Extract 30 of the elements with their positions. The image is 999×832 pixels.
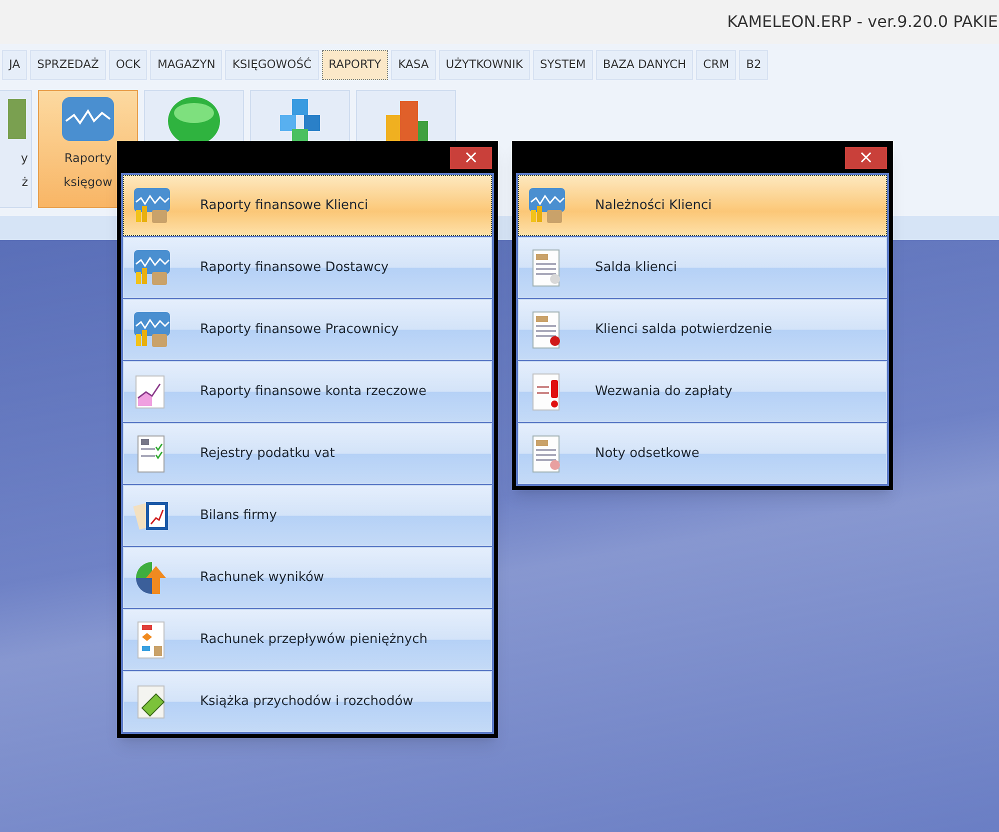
menu-item[interactable]: Raporty finansowe Pracownicy: [123, 299, 492, 360]
ribbon-tab[interactable]: RAPORTY: [322, 50, 388, 80]
menu-item[interactable]: Książka przychodów i rozchodów: [123, 671, 492, 732]
ribbon-tab[interactable]: BAZA DANYCH: [596, 50, 694, 80]
menu-item[interactable]: Raporty finansowe Dostawcy: [123, 237, 492, 298]
menu-item[interactable]: Rachunek wyników: [123, 547, 492, 608]
window-title: KAMELEON.ERP - ver.9.20.0 PAKIE: [727, 11, 998, 33]
ribbon-tab[interactable]: UŻYTKOWNIK: [438, 50, 530, 80]
menu-item[interactable]: Raporty finansowe Klienci: [123, 175, 492, 236]
menu-item[interactable]: Raporty finansowe konta rzeczowe: [123, 361, 492, 422]
close-button[interactable]: ×: [845, 146, 887, 168]
ribbon-tab[interactable]: KASA: [391, 50, 436, 80]
menu-item[interactable]: Wezwania do zapłaty: [518, 361, 887, 422]
menu-item[interactable]: Rejestry podatku vat: [123, 423, 492, 484]
ribbon-tab[interactable]: MAGAZYN: [150, 50, 222, 80]
ribbon-tab[interactable]: KSIĘGOWOŚĆ: [225, 50, 319, 80]
menu-item[interactable]: Należności Klienci: [518, 175, 887, 236]
menu-item[interactable]: Bilans firmy: [123, 485, 492, 546]
ribbon-tab[interactable]: SYSTEM: [532, 50, 593, 80]
ribbon-tab[interactable]: OCK: [108, 50, 148, 80]
menu-item[interactable]: Klienci salda potwierdzenie: [518, 299, 887, 360]
menu-item[interactable]: Noty odsetkowe: [518, 423, 887, 484]
menu-item[interactable]: Salda klienci: [518, 237, 887, 298]
ribbon-tab[interactable]: CRM: [696, 50, 736, 80]
close-button[interactable]: ×: [450, 146, 492, 168]
ribbon-tab[interactable]: B2: [739, 50, 768, 80]
ribbon-tab[interactable]: SPRZEDAŻ: [30, 50, 106, 80]
ribbon-tab[interactable]: JA: [2, 50, 28, 80]
menu-item[interactable]: Rachunek przepływów pieniężnych: [123, 609, 492, 670]
ribbon-button[interactable]: y ż: [0, 90, 32, 208]
